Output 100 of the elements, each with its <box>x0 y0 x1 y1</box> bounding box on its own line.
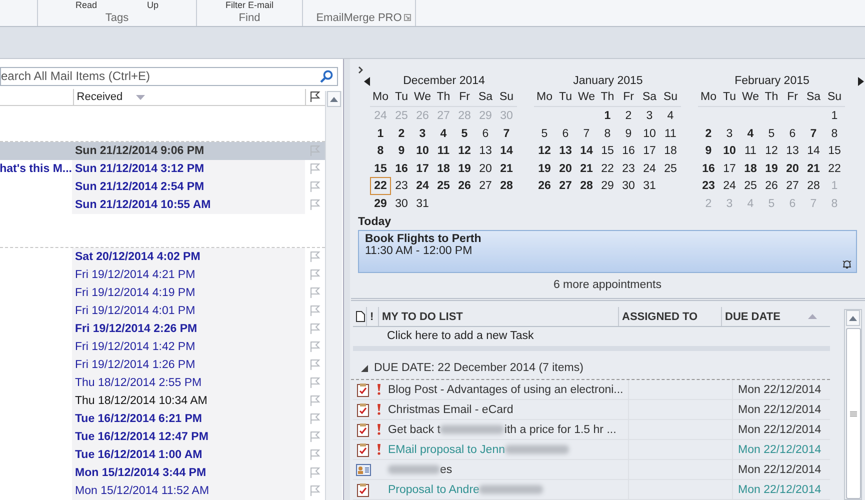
calendar-day[interactable]: 30 <box>391 194 412 212</box>
column-header[interactable]: MY TO DO LIST <box>382 310 463 322</box>
calendar-day[interactable]: 1 <box>597 107 618 124</box>
task-subject[interactable]: Get back t ith a price for 1.5 hr ... <box>385 420 629 439</box>
calendar-day[interactable]: 9 <box>391 142 412 160</box>
new-task-field[interactable]: Click here to add a new Task <box>353 327 830 351</box>
calendar-day[interactable]: 27 <box>555 177 576 194</box>
calendar-day[interactable]: 6 <box>475 124 496 142</box>
calendar-day[interactable]: 10 <box>639 124 660 142</box>
previous-month-icon[interactable] <box>364 77 370 86</box>
calendar-day[interactable]: 14 <box>803 142 824 160</box>
calendar-day[interactable]: 3 <box>412 124 433 142</box>
mail-row[interactable]: Sun 21/12/2014 9:06 PM <box>0 142 325 160</box>
calendar-day[interactable]: 19 <box>534 160 555 177</box>
calendar-day[interactable]: 21 <box>803 160 824 177</box>
mail-row[interactable]: Thu 18/12/2014 10:34 AM <box>0 392 325 410</box>
mail-row[interactable]: Sun 21/12/2014 10:55 AM <box>0 196 325 214</box>
calendar-day[interactable]: 7 <box>576 124 597 142</box>
calendar-day[interactable]: 18 <box>740 160 761 177</box>
mail-row[interactable]: Fri 19/12/2014 4:01 PM <box>0 302 325 320</box>
calendar-day[interactable]: 10 <box>719 142 740 160</box>
calendar-day[interactable]: 15 <box>597 142 618 160</box>
calendar-day[interactable]: 7 <box>803 124 824 142</box>
calendar-day[interactable]: 23 <box>618 160 639 177</box>
calendar-day[interactable]: 17 <box>719 160 740 177</box>
calendar-day[interactable]: 15 <box>370 160 391 177</box>
column-header[interactable]: DUE DATE <box>725 310 780 322</box>
scrollbar[interactable] <box>844 309 862 500</box>
calendar-day[interactable]: 5 <box>454 124 475 142</box>
calendar-day[interactable]: 4 <box>740 124 761 142</box>
calendar-day[interactable]: 22 <box>824 160 845 177</box>
ribbon-button[interactable]: Filter E-mail <box>225 0 274 10</box>
calendar-day[interactable]: 26 <box>761 177 782 194</box>
calendar-day[interactable]: 3 <box>639 107 660 124</box>
calendar-day[interactable]: 2 <box>391 124 412 142</box>
mail-row[interactable]: Fri 19/12/2014 4:21 PM <box>0 266 325 284</box>
calendar-day[interactable]: 8 <box>824 124 845 142</box>
mail-row[interactable]: Mon 15/12/2014 3:44 PM <box>0 464 325 482</box>
search-icon[interactable] <box>320 70 333 83</box>
calendar-day[interactable]: 29 <box>597 177 618 194</box>
mail-row[interactable]: Fri 19/12/2014 2:26 PM <box>0 320 325 338</box>
calendar-day[interactable]: 21 <box>496 160 517 177</box>
calendar-day[interactable]: 23 <box>391 177 412 194</box>
dialog-launcher-icon[interactable] <box>404 14 411 21</box>
calendar-day[interactable]: 29 <box>370 194 391 212</box>
calendar-day[interactable]: 1 <box>370 124 391 142</box>
flag-icon[interactable] <box>309 91 322 104</box>
calendar-day[interactable]: 20 <box>782 160 803 177</box>
calendar-day[interactable]: 13 <box>782 142 803 160</box>
calendar-day[interactable]: 2 <box>618 107 639 124</box>
calendar-day[interactable]: 3 <box>719 124 740 142</box>
calendar-day[interactable]: 11 <box>660 124 681 142</box>
search-field[interactable]: earch All Mail Items (Ctrl+E) <box>0 67 338 86</box>
mail-row[interactable]: Fri 19/12/2014 1:42 PM <box>0 338 325 356</box>
calendar-day[interactable]: 23 <box>698 177 719 194</box>
calendar-day[interactable]: 19 <box>454 160 475 177</box>
calendar-day[interactable]: 24 <box>412 177 433 194</box>
ribbon-button[interactable]: Up <box>147 0 159 10</box>
calendar-day[interactable]: 21 <box>576 160 597 177</box>
scrollbar[interactable] <box>325 91 342 500</box>
calendar-day[interactable]: 20 <box>475 160 496 177</box>
calendar-day[interactable]: 7 <box>496 124 517 142</box>
importance-header[interactable]: ! <box>370 310 374 322</box>
calendar-day[interactable]: 24 <box>639 160 660 177</box>
mail-row[interactable]: Thu 18/12/2014 2:55 PM <box>0 374 325 392</box>
mail-row[interactable]: Sun 21/12/2014 2:54 PM <box>0 178 325 196</box>
calendar-day[interactable]: 11 <box>740 142 761 160</box>
calendar-day[interactable]: 2 <box>698 124 719 142</box>
calendar-day[interactable]: 31 <box>412 194 433 212</box>
calendar-day[interactable]: 13 <box>555 142 576 160</box>
calendar-day[interactable]: 14 <box>496 142 517 160</box>
calendar-day[interactable]: 13 <box>475 142 496 160</box>
calendar-day[interactable]: 31 <box>639 177 660 194</box>
calendar-day[interactable]: 12 <box>761 142 782 160</box>
task-subject[interactable]: es <box>385 460 629 479</box>
mail-row[interactable]: Tue 16/12/2014 6:21 PM <box>0 410 325 428</box>
calendar-day[interactable]: 28 <box>576 177 597 194</box>
appointment-card[interactable]: Book Flights to Perth 11:30 AM - 12:00 PM <box>358 230 857 273</box>
calendar-day[interactable]: 16 <box>391 160 412 177</box>
calendar-day[interactable]: 16 <box>618 142 639 160</box>
calendar-day[interactable]: 14 <box>576 142 597 160</box>
calendar-day[interactable]: 25 <box>433 177 454 194</box>
calendar-day[interactable]: 8 <box>370 142 391 160</box>
collapse-triangle-icon[interactable] <box>361 364 368 372</box>
calendar-day[interactable]: 12 <box>534 142 555 160</box>
calendar-day[interactable]: 1 <box>824 107 845 124</box>
calendar-day[interactable]: 18 <box>433 160 454 177</box>
calendar-day[interactable]: 9 <box>618 124 639 142</box>
mail-row[interactable]: Mon 15/12/2014 11:52 AM <box>0 482 325 500</box>
calendar-day[interactable]: 18 <box>660 142 681 160</box>
calendar-day[interactable]: 26 <box>454 177 475 194</box>
calendar-day[interactable]: 28 <box>496 177 517 194</box>
calendar-day[interactable]: 27 <box>782 177 803 194</box>
calendar-day[interactable]: 5 <box>761 124 782 142</box>
calendar-day[interactable]: 15 <box>824 142 845 160</box>
calendar-day[interactable]: 5 <box>534 124 555 142</box>
task-subject[interactable]: Blog Post - Advantages of using an electroni... <box>385 380 629 399</box>
mail-row[interactable]: Sat 20/12/2014 4:02 PM <box>0 248 325 266</box>
calendar-day[interactable]: 25 <box>740 177 761 194</box>
calendar-day[interactable]: 25 <box>660 160 681 177</box>
